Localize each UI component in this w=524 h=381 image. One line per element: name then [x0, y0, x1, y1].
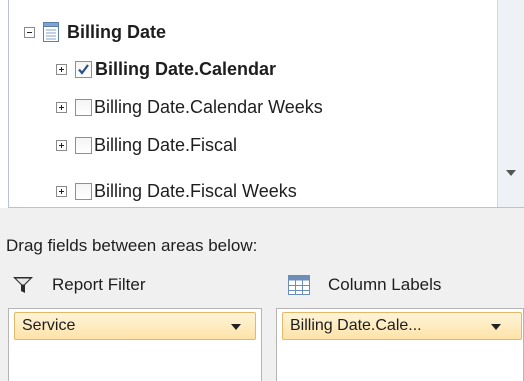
column-labels-header: Column Labels	[288, 272, 441, 298]
field-checkbox[interactable]	[75, 98, 92, 116]
column-labels-title: Column Labels	[328, 275, 442, 294]
column-labels-field-label: Billing Date.Cale...	[290, 317, 422, 334]
column-labels-field-pill[interactable]: Billing Date.Cale...	[282, 312, 522, 340]
report-filter-field-pill[interactable]: Service	[14, 312, 256, 340]
tree-item-label: Billing Date.Fiscal	[94, 134, 238, 155]
field-list-icon	[43, 22, 59, 42]
tree-root-label: Billing Date	[67, 21, 167, 42]
scroll-down-arrow-icon[interactable]	[506, 170, 516, 176]
filter-funnel-icon	[13, 277, 33, 293]
tree-item[interactable]: Billing Date.Fiscal	[56, 130, 237, 160]
tree-item[interactable]: Billing Date.Calendar Weeks	[56, 92, 323, 122]
tree-item-label: Billing Date.Fiscal Weeks	[94, 180, 297, 201]
vertical-scrollbar[interactable]	[497, 0, 524, 207]
dropdown-arrow-icon[interactable]	[231, 324, 241, 330]
tree-item-label: Billing Date.Calendar Weeks	[94, 96, 323, 117]
field-checkbox[interactable]	[75, 136, 92, 154]
column-grid-icon	[288, 275, 310, 295]
field-list-tree: Billing Date Billing Date.Calendar Billi…	[0, 0, 524, 208]
tree-item[interactable]: Billing Date.Calendar	[56, 54, 276, 84]
drag-instructions: Drag fields between areas below:	[6, 236, 258, 255]
tree-root-row[interactable]: Billing Date	[24, 17, 166, 47]
expand-icon[interactable]	[56, 101, 67, 113]
expand-icon[interactable]	[56, 63, 67, 75]
tree-item-label: Billing Date.Calendar	[95, 58, 277, 79]
report-filter-title: Report Filter	[52, 275, 146, 294]
collapse-icon[interactable]	[24, 26, 35, 38]
dropdown-arrow-icon[interactable]	[491, 324, 501, 330]
field-checkbox[interactable]	[75, 182, 92, 200]
tree-item[interactable]: Billing Date.Fiscal Weeks	[56, 176, 297, 206]
tree-border	[8, 0, 9, 208]
field-checkbox[interactable]	[75, 60, 92, 78]
expand-icon[interactable]	[56, 185, 67, 197]
report-filter-field-label: Service	[22, 317, 76, 334]
report-filter-header: Report Filter	[12, 272, 146, 298]
expand-icon[interactable]	[56, 139, 67, 151]
checkmark-icon	[78, 63, 89, 75]
